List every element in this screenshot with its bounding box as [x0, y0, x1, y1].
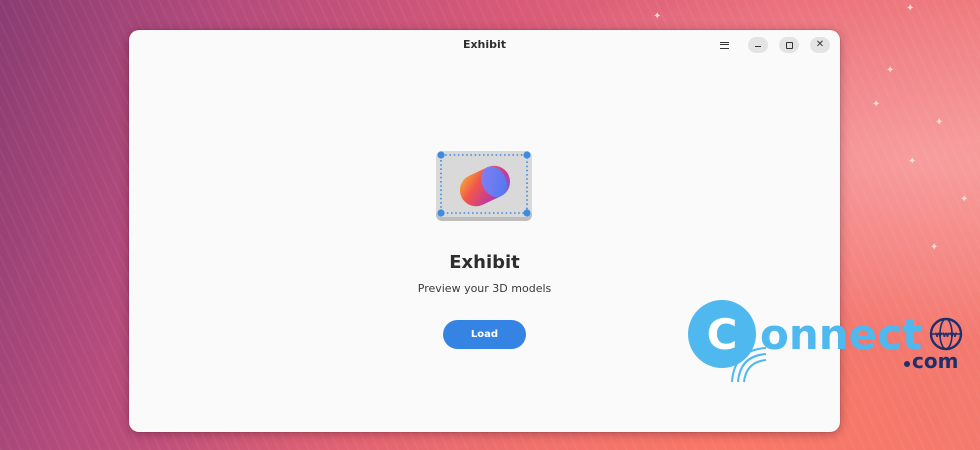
wallpaper-sparkle: ✦	[930, 242, 939, 253]
hamburger-menu-icon	[719, 41, 729, 49]
wallpaper-sparkle: ✦	[886, 65, 895, 76]
wallpaper-sparkle: ✦	[908, 156, 917, 167]
close-icon: ✕	[815, 39, 825, 50]
wallpaper-sparkle: ✦	[653, 11, 662, 22]
wallpaper-sparkle: ✦	[906, 3, 915, 14]
header-bar[interactable]: Exhibit ✕	[129, 30, 840, 60]
app-name-heading: Exhibit	[449, 252, 520, 273]
load-button[interactable]: Load	[443, 320, 526, 349]
maximize-icon	[785, 42, 793, 49]
watermark-letter-c: C	[707, 310, 738, 359]
wallpaper-sparkle: ✦	[935, 117, 944, 128]
maximize-button[interactable]	[779, 37, 799, 53]
watermark-brand-text: onnect	[760, 310, 922, 359]
minimize-button[interactable]	[748, 37, 768, 53]
main-menu-button[interactable]	[712, 37, 736, 53]
watermark-domain-suffix: com	[912, 349, 958, 373]
wallpaper-sparkle: ✦	[872, 99, 881, 110]
watermark-globe-icon: www	[935, 330, 958, 339]
exhibit-app-icon	[436, 151, 532, 221]
connect-watermark-logo: C onnect www com	[688, 300, 963, 383]
wallpaper-sparkle: ✦	[960, 194, 969, 205]
minimize-icon	[755, 46, 761, 48]
close-button[interactable]: ✕	[810, 37, 830, 53]
app-subtitle: Preview your 3D models	[417, 282, 552, 295]
